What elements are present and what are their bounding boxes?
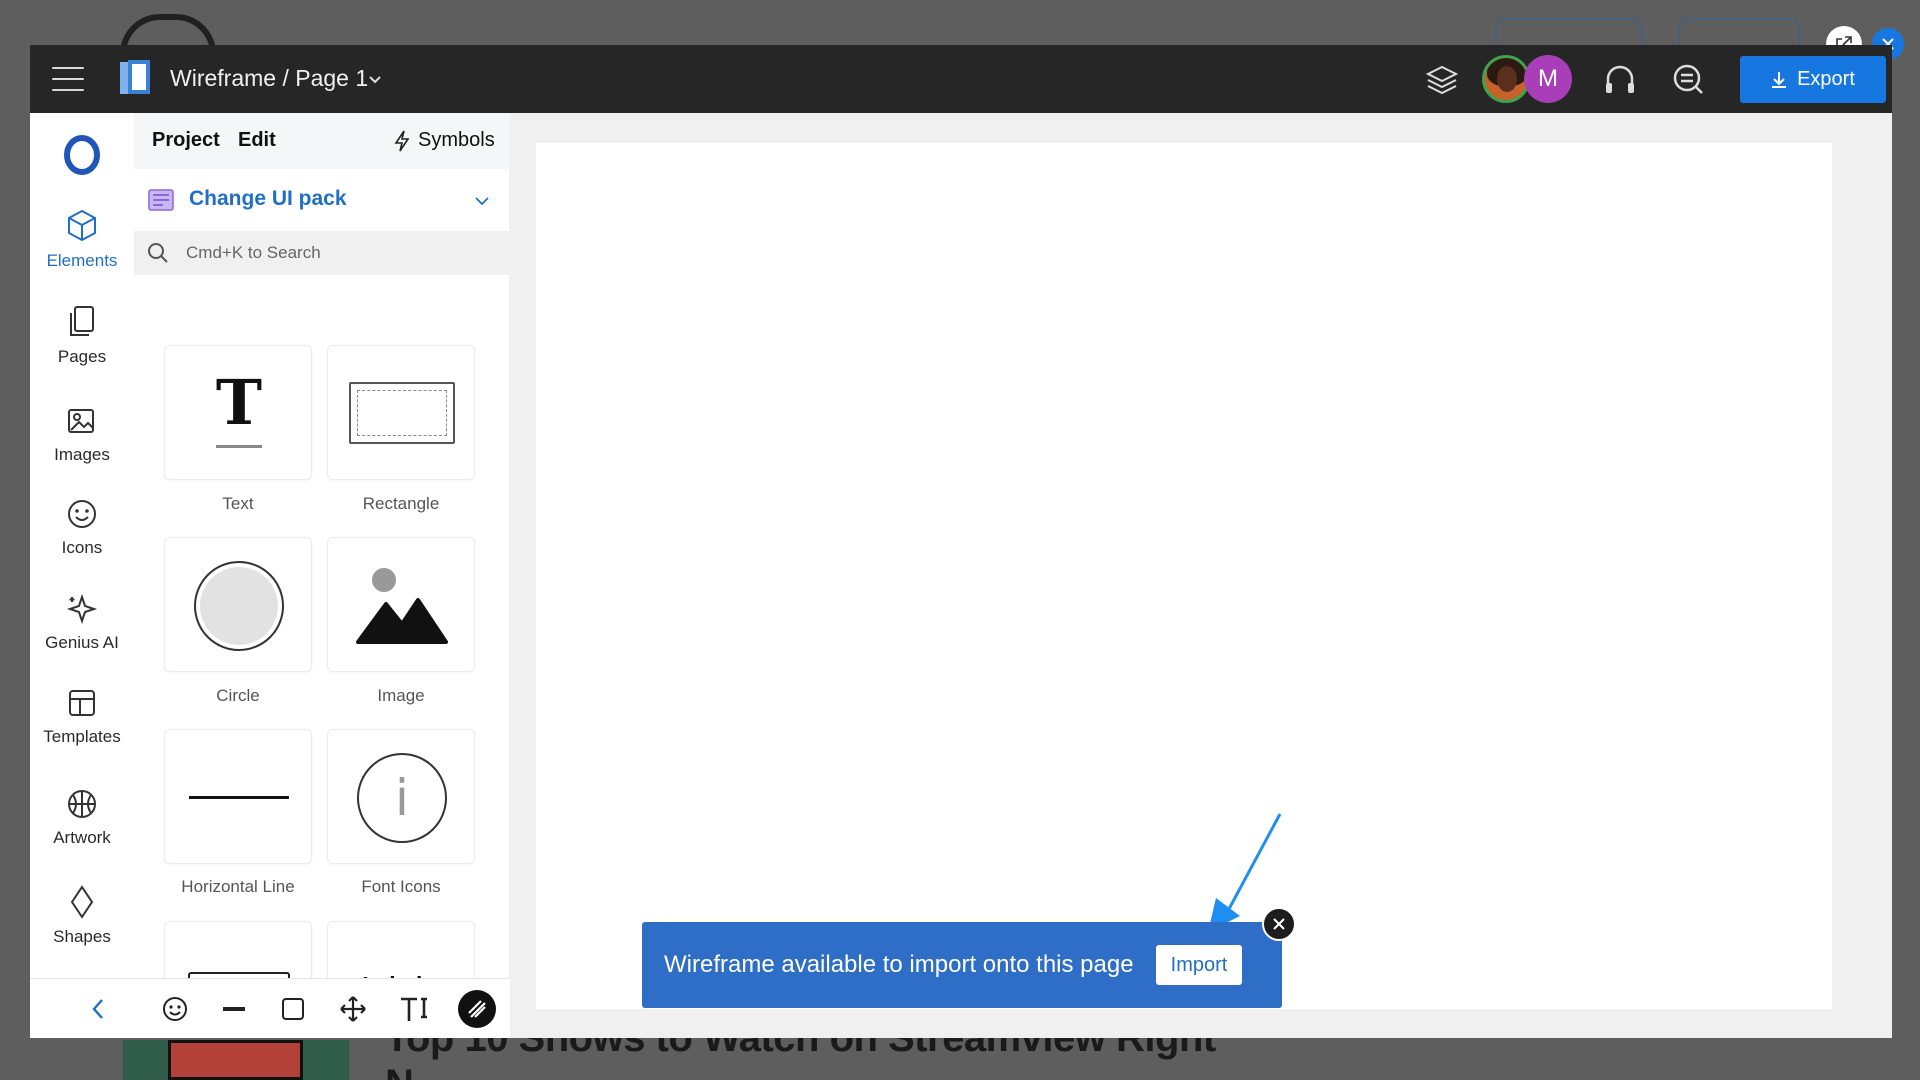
symbols-button[interactable]: Symbols [394,129,495,152]
move-tool-button[interactable] [337,993,369,1025]
rail-item-label: Shapes [53,927,111,946]
background-headline-continued: N [385,1062,414,1080]
sparkle-icon [66,593,98,625]
element-label: Image [377,686,425,705]
element-card-horizontal-line[interactable] [164,729,312,864]
line-icon [223,1007,245,1011]
chevron-down-icon[interactable] [474,195,490,207]
elements-panel: Project Edit Symbols Change UI pack Cmd+… [134,113,510,1038]
info-circle-icon: i [357,753,447,843]
element-card-circle[interactable] [164,537,312,672]
avatar[interactable] [1482,55,1530,103]
bottom-toolbar [30,978,510,1038]
tab-edit[interactable]: Edit [238,129,276,152]
tab-project[interactable]: Project [152,129,220,152]
element-card-font-icons[interactable]: i [327,729,475,864]
cube-icon [68,209,96,242]
ui-pack-label: Change UI pack [189,187,347,210]
insert-icon-button[interactable] [159,993,191,1025]
search-icon [148,243,168,263]
element-label: Rectangle [362,494,440,513]
symbols-label: Symbols [418,129,495,151]
import-banner: Wireframe available to import onto this … [642,922,1282,1008]
images-icon [68,409,94,433]
lightning-icon [394,130,410,151]
app-logo-icon [120,60,150,94]
rail-item-templates[interactable]: Templates [30,687,134,747]
top-bar: Wireframe / Page 1 M Export [30,45,1892,113]
element-label: Font Icons [361,877,441,896]
headset-icon[interactable] [1600,59,1640,99]
canvas-page[interactable] [536,143,1832,1009]
element-label: Horizontal Line [181,877,295,896]
rail-item-images[interactable]: Images [30,405,134,465]
search-bar: Cmd+K to Search [134,231,510,275]
smiley-icon [163,997,187,1021]
rail-item-label: Elements [46,251,118,270]
square-icon [282,998,304,1020]
text-tool-button[interactable] [398,993,430,1025]
element-card-image[interactable] [327,537,475,672]
rail-item-elements[interactable]: Elements [30,209,134,271]
rail-item-pages[interactable]: Pages [30,305,134,367]
move-arrows-icon [340,996,366,1022]
background-thumbnail-image [168,1040,303,1080]
export-label: Export [1797,68,1855,90]
element-card-text[interactable]: T [164,345,312,480]
rail-item-icons[interactable]: Icons [30,498,134,558]
text-glyph: T [215,366,263,439]
element-card-rectangle[interactable] [327,345,475,480]
comment-search-icon[interactable] [1668,59,1708,99]
collapse-panel-button[interactable] [82,993,114,1025]
left-rail: Elements Pages Images Icons Genius AI Te… [30,113,134,978]
pages-icon [70,306,94,336]
panel-tabs: Project Edit Symbols [134,113,510,169]
element-label: Text [222,494,254,513]
text-underline [216,445,262,448]
element-label: Circle [216,686,260,705]
rail-item-label: Artwork [53,828,111,847]
templates-icon [69,690,95,716]
download-icon [1772,71,1787,88]
rail-item-label: Templates [43,727,121,746]
diamond-icon [70,885,94,919]
styles-button[interactable] [458,990,496,1028]
rail-item-label: Icons [61,538,103,557]
import-button[interactable]: Import [1156,945,1242,985]
menu-icon[interactable] [52,67,84,91]
search-input[interactable]: Cmd+K to Search [186,243,321,263]
rail-item-label: Pages [57,347,107,366]
rectangle-preview [349,382,455,444]
rail-item-label: Genius AI [45,633,119,652]
banner-message: Wireframe available to import onto this … [664,951,1134,978]
avatar-initial[interactable]: M [1524,55,1572,103]
layers-icon[interactable] [1422,59,1462,99]
document-title[interactable]: Wireframe / Page 1 [170,65,368,92]
chevron-down-icon[interactable] [368,73,382,87]
text-size-icon [401,997,427,1021]
line-preview [189,796,289,799]
rail-item-label: Images [54,445,110,464]
circle-preview [194,561,284,651]
close-banner-button[interactable] [1262,907,1296,941]
image-placeholder-icon [356,568,448,644]
rail-item-artwork[interactable]: Artwork [30,788,134,848]
rail-item-shapes[interactable]: Shapes [30,885,134,947]
brand-logo-icon [64,135,100,175]
rail-item-genius-ai[interactable]: Genius AI [30,593,134,653]
styles-icon [468,1000,486,1018]
smiley-icon [68,500,96,528]
close-icon [1273,918,1285,930]
insert-line-button[interactable] [218,993,250,1025]
ui-pack-icon [148,189,174,211]
export-button[interactable]: Export [1740,56,1886,103]
insert-rectangle-button[interactable] [277,993,309,1025]
basketball-icon [68,790,96,818]
chevron-left-icon [92,999,103,1019]
change-ui-pack[interactable]: Change UI pack [134,169,510,231]
